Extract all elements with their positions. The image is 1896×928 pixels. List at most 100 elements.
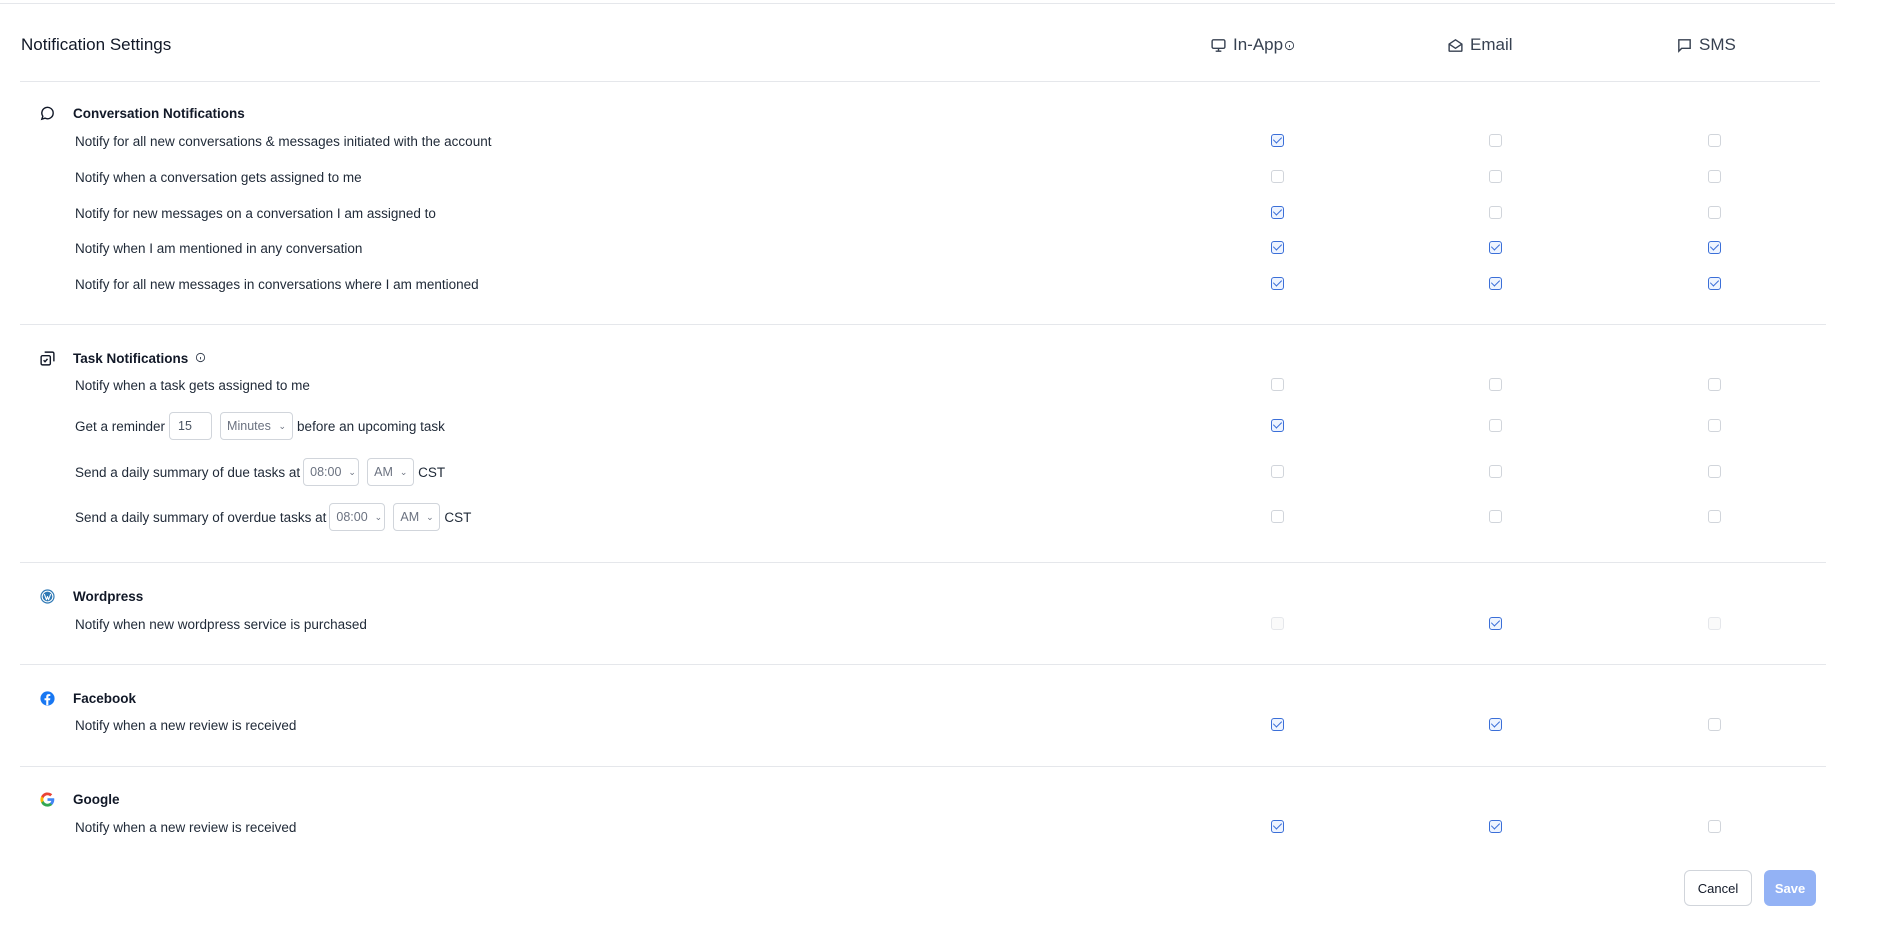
row-label: Notify when I am mentioned in any conver… (75, 241, 363, 256)
select-value: AM (400, 510, 420, 524)
checkbox-email[interactable] (1489, 465, 1502, 478)
reminder-unit-select[interactable]: Minutes ⌄ (220, 412, 294, 440)
message-square-icon (1676, 37, 1693, 54)
section-title-text: Wordpress (73, 589, 144, 604)
checkbox-email[interactable] (1489, 378, 1502, 391)
checkbox-sms[interactable] (1708, 820, 1721, 833)
row-label: Notify for new messages on a conversatio… (75, 206, 436, 221)
chevron-down-icon: ⌄ (426, 511, 434, 522)
checkbox-in-app[interactable] (1271, 718, 1284, 731)
row-label: Notify when a new review is received (75, 718, 297, 733)
monitor-icon (1210, 37, 1227, 54)
checkbox-in-app[interactable] (1271, 510, 1284, 523)
section-title-text: Task Notifications (73, 351, 189, 366)
facebook-icon (38, 689, 56, 707)
checkbox-sms[interactable] (1708, 718, 1721, 731)
chevron-down-icon: ⌄ (278, 420, 287, 431)
cancel-button[interactable]: Cancel (1684, 870, 1752, 906)
checkbox-in-app[interactable] (1271, 241, 1284, 254)
checkbox-email[interactable] (1489, 206, 1502, 219)
checkbox-sms[interactable] (1708, 134, 1721, 147)
row-label-before: Send a daily summary of overdue tasks at (75, 509, 327, 525)
checkbox-email[interactable] (1489, 170, 1502, 183)
section-divider (20, 766, 1826, 767)
select-value: AM (374, 465, 393, 479)
checkbox-sms[interactable] (1708, 170, 1721, 183)
chevron-down-icon: ⌄ (374, 511, 383, 522)
ampm-select[interactable]: AM ⌄ (393, 503, 441, 531)
section-title-text: Conversation Notifications (73, 106, 245, 121)
section-title-facebook: Facebook (73, 691, 136, 706)
task-copy-icon (38, 349, 56, 367)
checkbox-sms[interactable] (1708, 419, 1721, 432)
checkbox-email[interactable] (1489, 510, 1502, 523)
due-summary-row: Send a daily summary of due tasks at 08:… (75, 458, 445, 486)
info-icon[interactable] (1284, 40, 1295, 51)
envelope-open-icon (1447, 37, 1464, 54)
timezone-label: CST (444, 509, 472, 525)
checkbox-in-app[interactable] (1271, 134, 1284, 147)
header-divider (20, 81, 1820, 82)
checkbox-email[interactable] (1489, 820, 1502, 833)
page-title: Notification Settings (21, 35, 172, 54)
checkbox-email[interactable] (1489, 718, 1502, 731)
column-header-sms: SMS (1676, 35, 1736, 55)
checkbox-sms[interactable] (1708, 617, 1721, 630)
row-label-after: before an upcoming task (297, 418, 445, 434)
section-title-text: Facebook (73, 691, 137, 706)
section-title-wordpress: Wordpress (73, 589, 143, 604)
section-title-google: Google (73, 792, 120, 807)
ampm-select[interactable]: AM ⌄ (367, 458, 415, 486)
row-label: Notify when a new review is received (75, 820, 297, 835)
checkbox-in-app[interactable] (1271, 277, 1284, 290)
row-label-before: Get a reminder (75, 418, 166, 434)
overdue-summary-row: Send a daily summary of overdue tasks at… (75, 503, 471, 531)
checkbox-email[interactable] (1489, 277, 1502, 290)
checkbox-in-app[interactable] (1271, 465, 1284, 478)
time-select[interactable]: 08:00 ⌄ (329, 503, 386, 531)
column-label-sms: SMS (1699, 35, 1736, 54)
top-divider (0, 3, 1835, 4)
checkbox-email[interactable] (1489, 419, 1502, 432)
column-header-email: Email (1447, 35, 1513, 55)
row-label: Notify when a task gets assigned to me (75, 378, 310, 393)
section-divider (20, 562, 1826, 563)
reminder-row: Get a reminder 15 Minutes ⌄ before an up… (75, 412, 445, 440)
column-label-email: Email (1470, 35, 1513, 54)
checkbox-in-app[interactable] (1271, 378, 1284, 391)
select-value: 08:00 (336, 510, 368, 524)
select-value: 08:00 (310, 465, 342, 479)
checkbox-email[interactable] (1489, 134, 1502, 147)
checkbox-sms[interactable] (1708, 510, 1721, 523)
reminder-value-input[interactable]: 15 (169, 412, 213, 440)
chevron-down-icon: ⌄ (348, 466, 356, 477)
row-label: Notify for all new messages in conversat… (75, 277, 479, 292)
checkbox-in-app[interactable] (1271, 419, 1284, 432)
checkbox-sms[interactable] (1708, 241, 1721, 254)
chevron-down-icon: ⌄ (399, 466, 408, 477)
column-label-in-app: In-App (1233, 35, 1284, 54)
row-label: Notify when a conversation gets assigned… (75, 170, 362, 185)
section-title-conversation: Conversation Notifications (73, 106, 245, 121)
checkbox-in-app[interactable] (1271, 170, 1284, 183)
info-icon[interactable] (195, 351, 206, 366)
checkbox-email[interactable] (1489, 617, 1502, 630)
row-label: Notify when new wordpress service is pur… (75, 617, 367, 632)
chat-bubble-icon (38, 104, 56, 122)
row-label: Notify for all new conversations & messa… (75, 134, 492, 149)
save-button[interactable]: Save (1764, 870, 1816, 906)
checkbox-sms[interactable] (1708, 465, 1721, 478)
section-title-text: Google (73, 792, 120, 807)
checkbox-in-app[interactable] (1271, 617, 1284, 630)
checkbox-sms[interactable] (1708, 277, 1721, 290)
time-select[interactable]: 08:00 ⌄ (303, 458, 360, 486)
section-divider (20, 324, 1826, 325)
checkbox-in-app[interactable] (1271, 820, 1284, 833)
checkbox-in-app[interactable] (1271, 206, 1284, 219)
section-divider (20, 664, 1826, 665)
checkbox-email[interactable] (1489, 241, 1502, 254)
wordpress-icon (38, 587, 56, 605)
checkbox-sms[interactable] (1708, 378, 1721, 391)
google-icon (38, 790, 56, 808)
checkbox-sms[interactable] (1708, 206, 1721, 219)
